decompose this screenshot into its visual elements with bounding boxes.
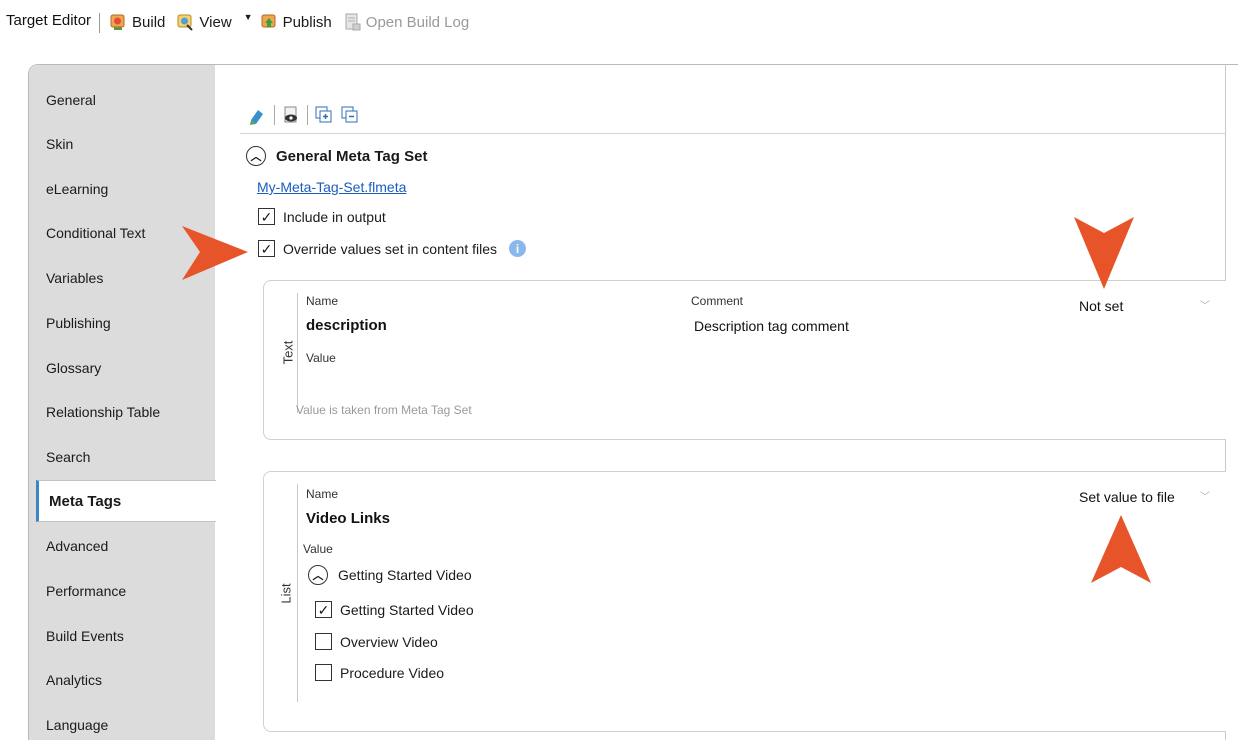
value-hint: Value is taken from Meta Tag Set	[296, 403, 472, 417]
list-option-label: Procedure Video	[340, 664, 445, 681]
sidebar-item-relationship-table[interactable]: Relationship Table	[46, 404, 160, 420]
meta-tag-comment: Description tag comment	[694, 318, 849, 334]
toolbar-divider	[99, 13, 101, 33]
list-option[interactable]: ✓ Getting Started Video	[315, 601, 474, 618]
list-option-label: Getting Started Video	[340, 601, 474, 618]
editor-title: Target Editor	[6, 12, 92, 29]
sidebar-item-elearning[interactable]: eLearning	[46, 181, 108, 197]
edit-meta-tag-icon[interactable]	[248, 105, 268, 125]
sidebar-item-conditional-text[interactable]: Conditional Text	[46, 225, 145, 241]
pointer-arrow-right-icon	[182, 226, 248, 280]
view-button[interactable]: View	[175, 12, 232, 32]
include-in-output-label: Include in output	[283, 208, 386, 225]
preview-icon[interactable]	[281, 105, 301, 125]
name-label: Name	[306, 487, 339, 501]
chevron-down-icon[interactable]: ﹀	[1200, 488, 1210, 503]
meta-tag-set-file-link[interactable]: My-Meta-Tag-Set.flmeta	[257, 179, 406, 195]
info-icon[interactable]: i	[509, 240, 526, 257]
sidebar-item-build-events[interactable]: Build Events	[46, 628, 124, 644]
include-in-output-option[interactable]: ✓ Include in output	[258, 208, 386, 225]
tag-type-label: Text	[280, 340, 296, 365]
list-option-label: Overview Video	[340, 633, 438, 650]
build-log-icon	[345, 13, 361, 31]
publish-label: Publish	[282, 13, 332, 31]
sidebar-item-label: Meta Tags	[49, 493, 122, 510]
publish-button[interactable]: Publish	[259, 12, 332, 32]
view-icon	[177, 14, 194, 31]
collapse-group-icon[interactable]: ︿	[308, 565, 328, 585]
expand-all-icon[interactable]	[314, 105, 334, 125]
collapse-all-icon[interactable]	[340, 105, 360, 125]
sidebar-item-publishing[interactable]: Publishing	[46, 315, 111, 331]
build-button[interactable]: Build	[108, 12, 165, 32]
override-values-checkbox[interactable]: ✓	[258, 240, 275, 257]
pointer-arrow-up-icon	[1091, 515, 1151, 583]
sidebar-item-variables[interactable]: Variables	[46, 270, 103, 286]
value-label: Value	[303, 542, 333, 556]
meta-tag-name: description	[306, 317, 387, 334]
sidebar-item-search[interactable]: Search	[46, 449, 90, 465]
tag-type-label: List	[278, 583, 294, 604]
text-meta-tag-card: Text Name description Comment Descriptio…	[263, 280, 1226, 440]
open-build-log-label: Open Build Log	[365, 13, 470, 31]
list-option-checkbox[interactable]	[315, 664, 332, 681]
list-group-header: ︿ Getting Started Video	[308, 565, 472, 585]
card-divider	[297, 484, 298, 702]
include-in-output-checkbox[interactable]: ✓	[258, 208, 275, 225]
sidebar-item-meta-tags[interactable]: Meta Tags	[36, 480, 216, 522]
toolbar-divider	[307, 104, 308, 125]
list-meta-tag-card: List Name Video Links Value ︿ Getting St…	[263, 471, 1226, 732]
meta-tag-toolbar	[240, 96, 1226, 134]
value-label: Value	[306, 351, 336, 365]
override-values-option[interactable]: ✓ Override values set in content files i	[258, 240, 526, 257]
name-label: Name	[306, 294, 339, 308]
sidebar-item-language[interactable]: Language	[46, 717, 108, 733]
editor-toolbar: Target Editor Build View ▼ Publish Open …	[0, 0, 1238, 48]
sidebar-item-analytics[interactable]: Analytics	[46, 672, 102, 688]
override-mode-select[interactable]: Not set	[1079, 298, 1123, 314]
override-mode-select[interactable]: Set value to file	[1079, 489, 1175, 505]
meta-tag-name: Video Links	[306, 510, 390, 527]
view-dropdown-caret-icon[interactable]: ▼	[244, 12, 253, 22]
sidebar-item-skin[interactable]: Skin	[46, 136, 73, 152]
toolbar-divider	[274, 104, 275, 125]
chevron-down-icon[interactable]: ﹀	[1200, 297, 1210, 312]
publish-icon	[261, 14, 276, 28]
override-values-label: Override values set in content files	[283, 240, 497, 257]
pointer-arrow-down-icon	[1074, 217, 1134, 289]
list-option-checkbox[interactable]: ✓	[315, 601, 332, 618]
list-group-label: Getting Started Video	[338, 567, 472, 583]
comment-label: Comment	[691, 294, 744, 308]
sidebar: General Skin eLearning Conditional Text …	[29, 65, 215, 740]
list-option[interactable]: Procedure Video	[315, 664, 444, 681]
collapse-section-icon[interactable]: ︿	[246, 146, 266, 166]
build-icon	[110, 14, 125, 30]
sidebar-item-performance[interactable]: Performance	[46, 583, 126, 599]
sidebar-item-advanced[interactable]: Advanced	[46, 538, 108, 554]
card-divider	[297, 293, 298, 413]
list-option[interactable]: Overview Video	[315, 633, 438, 650]
sidebar-item-glossary[interactable]: Glossary	[46, 360, 101, 376]
section-title: General Meta Tag Set	[276, 147, 428, 165]
open-build-log-button[interactable]: Open Build Log	[342, 12, 469, 32]
list-option-checkbox[interactable]	[315, 633, 332, 650]
sidebar-item-general[interactable]: General	[46, 92, 96, 108]
build-label: Build	[132, 13, 166, 31]
view-label: View	[199, 13, 232, 31]
meta-tag-set-header: ︿ General Meta Tag Set	[246, 146, 427, 166]
